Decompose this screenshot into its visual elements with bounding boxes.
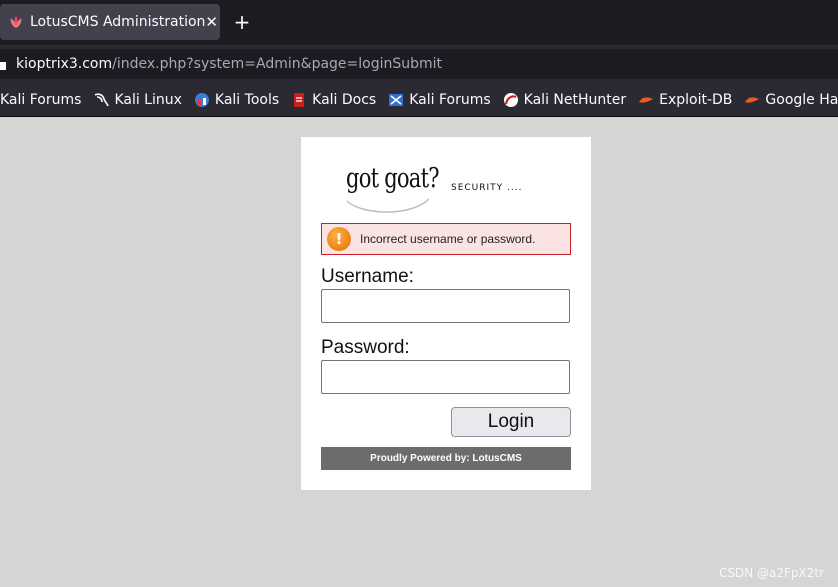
kali-forums-icon xyxy=(388,92,404,108)
bookmark-label: Kali Docs xyxy=(312,91,377,108)
password-label: Password: xyxy=(321,337,410,358)
error-message: Incorrect username or password. xyxy=(360,232,536,246)
tab-title: LotusCMS Administration xyxy=(30,14,206,30)
bookmark-label: Kali Tools xyxy=(214,91,280,108)
bookmark-label: Kali Forums xyxy=(409,91,491,108)
url-host: kioptrix3.com xyxy=(16,56,113,72)
bookmark-label: Exploit-DB xyxy=(659,91,733,108)
login-button[interactable]: Login xyxy=(451,407,571,437)
bookmarks-toolbar: Kali Forums Kali Linux Kali Tools Kali D… xyxy=(0,83,838,117)
bookmark-label: Google Hacking xyxy=(765,91,838,108)
bookmark-kali-linux[interactable]: Kali Linux xyxy=(93,91,182,108)
bookmark-kali-tools[interactable]: Kali Tools xyxy=(194,92,279,108)
watermark: CSDN @a2FpX2tr xyxy=(718,566,824,580)
bookmark-google-hacking[interactable]: Google Hacking xyxy=(744,92,838,108)
url-path: /index.php?system=Admin&page=loginSubmit xyxy=(112,56,443,72)
error-message-box: ! Incorrect username or password. xyxy=(321,223,571,255)
login-panel: got goat? SECURITY .... ! Incorrect user… xyxy=(301,137,591,490)
bookmark-exploit-db[interactable]: Exploit-DB xyxy=(638,92,732,108)
bookmark-label: Kali Forums xyxy=(0,91,82,108)
bookmark-kali-docs[interactable]: Kali Docs xyxy=(291,92,376,108)
password-input[interactable] xyxy=(321,360,570,394)
bookmark-kali-forums-2[interactable]: Kali Forums xyxy=(388,91,491,108)
new-tab-button[interactable]: + xyxy=(231,11,253,33)
exploit-db-icon xyxy=(638,92,654,108)
warning-icon: ! xyxy=(327,227,351,251)
kali-dragon-icon xyxy=(93,92,110,108)
username-label: Username: xyxy=(321,266,414,287)
bookmark-label: Kali NetHunter xyxy=(523,91,627,108)
bookmark-label: Kali Linux xyxy=(114,91,182,108)
close-icon[interactable]: ✕ xyxy=(205,13,218,31)
url-bar[interactable]: kioptrix3.com/index.php?system=Admin&pag… xyxy=(0,49,838,79)
lock-icon[interactable] xyxy=(0,57,10,71)
powered-by-footer: Proudly Powered by: LotusCMS xyxy=(321,447,571,470)
logo-text: got goat? xyxy=(346,163,440,194)
bookmark-kali-forums-1[interactable]: Kali Forums xyxy=(0,92,81,108)
nav-bar: kioptrix3.com/index.php?system=Admin&pag… xyxy=(0,45,838,83)
site-logo: got goat? SECURITY .... xyxy=(341,155,541,215)
logo-subtitle: SECURITY .... xyxy=(451,183,523,193)
username-input[interactable] xyxy=(321,289,570,323)
nethunter-icon xyxy=(503,92,519,108)
active-tab[interactable]: LotusCMS Administration ✕ xyxy=(0,4,220,40)
kali-tools-icon xyxy=(194,92,210,108)
kali-docs-icon xyxy=(291,92,307,108)
tab-strip: LotusCMS Administration ✕ + xyxy=(0,0,838,45)
google-hacking-icon xyxy=(744,92,760,108)
bookmark-kali-nethunter[interactable]: Kali NetHunter xyxy=(503,92,626,108)
lotus-icon xyxy=(8,14,24,30)
